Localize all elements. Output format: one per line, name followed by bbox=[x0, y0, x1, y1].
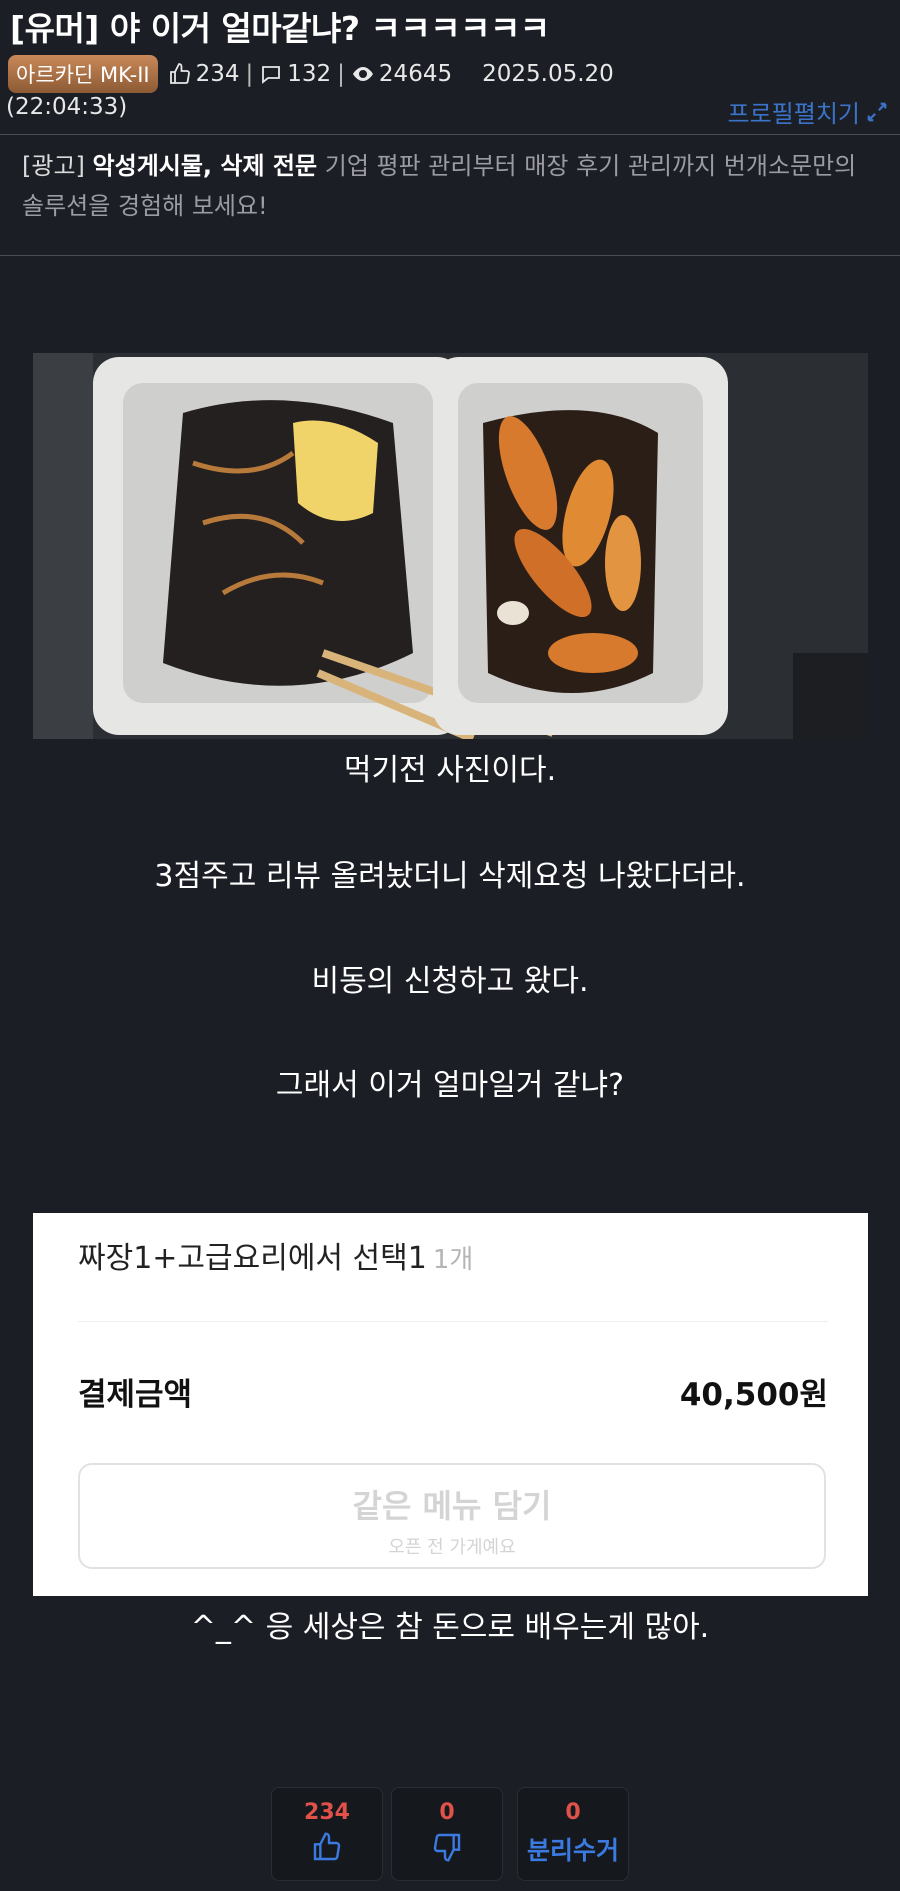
downvote-button[interactable]: 0 bbox=[391, 1787, 503, 1881]
expand-arrows-icon bbox=[867, 102, 887, 121]
recycle-button[interactable]: 0 분리수거 bbox=[517, 1787, 629, 1881]
eye-icon bbox=[352, 67, 373, 81]
views-stat: 24645 bbox=[351, 61, 452, 87]
comments-stat: 132 bbox=[259, 61, 331, 87]
ad-divider bbox=[0, 255, 900, 256]
order-receipt-screenshot: 짜장1+고급요리에서 선택1 1개 결제금액 40,500원 같은 메뉴 담기 오… bbox=[33, 1213, 868, 1596]
food-photo-image bbox=[33, 353, 868, 739]
profile-expand-label: 프로필펼치기 bbox=[727, 100, 860, 128]
payment-total-value: 40,500원 bbox=[679, 1377, 828, 1413]
receipt-divider bbox=[78, 1321, 828, 1322]
post-date: 2025.05.20 bbox=[482, 61, 614, 87]
meta-divider: | bbox=[245, 61, 254, 87]
header-divider bbox=[0, 134, 900, 135]
ad-banner[interactable]: [광고] 악성게시물, 삭제 전문 기업 평판 관리부터 매장 후기 관리까지 … bbox=[22, 146, 882, 226]
post-text-line: 3점주고 리뷰 올려놨더니 삭제요청 나왔다더라. bbox=[154, 859, 746, 894]
post-title: [유머] 야 이거 얼마같냐? ㅋㅋㅋㅋㅋㅋ bbox=[10, 9, 550, 48]
same-menu-sublabel: 오픈 전 가게예요 bbox=[388, 1537, 516, 1558]
thumbs-up-icon bbox=[272, 1831, 382, 1867]
likes-count: 234 bbox=[195, 61, 240, 87]
ad-tag: [광고] bbox=[22, 152, 85, 180]
downvote-count: 0 bbox=[439, 1800, 455, 1825]
post-text-line: ^_^ 응 세상은 참 돈으로 배우는게 많아. bbox=[190, 1610, 710, 1645]
meta-divider: | bbox=[337, 61, 345, 87]
order-item-qty: 1개 bbox=[432, 1245, 474, 1275]
upvote-count: 234 bbox=[304, 1800, 350, 1825]
food-photo bbox=[33, 353, 868, 739]
author-badge[interactable]: 아르카딘 MK-II bbox=[8, 55, 158, 93]
post-meta: 아르카딘 MK-II 234 | 132 | 24645 2025.05.20 bbox=[8, 54, 892, 94]
order-item-name: 짜장1+고급요리에서 선택1 bbox=[78, 1241, 427, 1276]
recycle-label: 분리수거 bbox=[526, 1836, 619, 1865]
thumbs-up-icon bbox=[169, 63, 190, 84]
payment-total-label: 결제금액 bbox=[78, 1377, 193, 1413]
thumbs-down-icon bbox=[392, 1831, 502, 1867]
order-item: 짜장1+고급요리에서 선택1 1개 bbox=[78, 1233, 473, 1277]
post-text-line: 그래서 이거 얼마일거 같냐? bbox=[275, 1068, 625, 1103]
post-text-line: 먹기전 사진이다. bbox=[343, 753, 557, 788]
ad-headline: 악성게시물, 삭제 전문 bbox=[92, 152, 318, 180]
comment-icon bbox=[262, 66, 281, 84]
recycle-count: 0 bbox=[565, 1800, 581, 1825]
profile-expand-link[interactable]: 프로필펼치기 bbox=[728, 94, 888, 129]
same-menu-label: 같은 메뉴 담기 bbox=[352, 1487, 552, 1525]
likes-stat: 234 bbox=[168, 61, 240, 87]
comments-count: 132 bbox=[287, 61, 332, 87]
upvote-button[interactable]: 234 bbox=[271, 1787, 383, 1881]
views-count: 24645 bbox=[378, 61, 453, 87]
same-menu-button: 같은 메뉴 담기 오픈 전 가게예요 bbox=[78, 1463, 826, 1569]
post-time: (22:04:33) bbox=[6, 94, 128, 120]
post-text-line: 비동의 신청하고 왔다. bbox=[311, 964, 589, 999]
